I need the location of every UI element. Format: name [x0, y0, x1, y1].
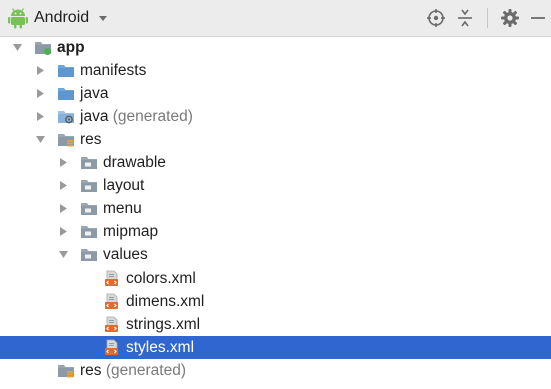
collapse-arrow-icon[interactable] — [58, 157, 69, 168]
node-label: dimens.xml — [126, 293, 205, 310]
node-label: manifests — [80, 62, 147, 79]
generated-folder-icon — [57, 108, 75, 125]
android-module-icon — [34, 39, 52, 56]
collapse-arrow-icon[interactable] — [58, 203, 69, 214]
xml-file-icon — [103, 270, 121, 287]
project-view-label: Android — [34, 9, 90, 26]
project-tool-window: Android app manifests java java (generat… — [0, 0, 551, 389]
tree-node-menu[interactable]: menu — [0, 197, 551, 220]
tree-node-drawable[interactable]: drawable — [0, 151, 551, 174]
gear-icon[interactable] — [500, 8, 520, 28]
source-folder-icon — [57, 85, 75, 102]
folder-icon — [80, 200, 98, 217]
node-label: drawable — [103, 154, 166, 171]
folder-icon — [57, 62, 75, 79]
folder-icon — [80, 223, 98, 240]
expand-arrow-icon[interactable] — [35, 134, 46, 145]
xml-file-icon — [103, 293, 121, 310]
tree-node-java[interactable]: java — [0, 82, 551, 105]
collapse-arrow-icon[interactable] — [35, 88, 46, 99]
generated-suffix: (generated) — [108, 108, 193, 125]
xml-file-icon — [103, 339, 121, 356]
tree-node-java-generated[interactable]: java (generated) — [0, 105, 551, 128]
expand-arrow-icon[interactable] — [58, 249, 69, 260]
generated-suffix: (generated) — [101, 362, 186, 379]
node-label: values — [103, 246, 148, 263]
tree-node-manifests[interactable]: manifests — [0, 59, 551, 82]
project-view-selector[interactable]: Android — [8, 6, 109, 30]
folder-icon — [80, 246, 98, 263]
folder-icon — [80, 177, 98, 194]
tree-node-colors-xml[interactable]: colors.xml — [0, 267, 551, 290]
node-label: res — [80, 131, 102, 148]
locate-icon[interactable] — [426, 8, 446, 28]
tree-node-mipmap[interactable]: mipmap — [0, 220, 551, 243]
node-label: layout — [103, 177, 145, 194]
tree-node-dimens-xml[interactable]: dimens.xml — [0, 290, 551, 313]
tree-node-strings-xml[interactable]: strings.xml — [0, 313, 551, 336]
minimize-icon[interactable] — [528, 8, 548, 28]
xml-file-icon — [103, 316, 121, 333]
android-icon — [8, 8, 28, 29]
tree-node-res-generated[interactable]: res (generated) — [0, 359, 551, 382]
node-label: java — [80, 108, 109, 125]
tree-node-app[interactable]: app — [0, 36, 551, 59]
collapse-all-icon[interactable] — [455, 8, 475, 28]
toolbar-separator — [487, 8, 488, 28]
resource-folder-icon — [57, 131, 75, 148]
node-label: styles.xml — [126, 339, 195, 356]
resource-folder-icon — [57, 362, 75, 379]
project-toolbar: Android — [0, 0, 551, 37]
collapse-arrow-icon[interactable] — [58, 226, 69, 237]
node-label: app — [57, 39, 85, 56]
node-label: colors.xml — [126, 270, 196, 287]
tree-node-layout[interactable]: layout — [0, 174, 551, 197]
tree-node-styles-xml[interactable]: styles.xml — [0, 336, 551, 359]
node-label: strings.xml — [126, 316, 201, 333]
expand-arrow-icon[interactable] — [12, 42, 23, 53]
node-label: menu — [103, 200, 142, 217]
chevron-down-icon — [99, 16, 108, 21]
node-label: mipmap — [103, 223, 159, 240]
collapse-arrow-icon[interactable] — [58, 180, 69, 191]
tree-node-res[interactable]: res — [0, 128, 551, 151]
collapse-arrow-icon[interactable] — [35, 111, 46, 122]
tree-node-values[interactable]: values — [0, 243, 551, 266]
collapse-arrow-icon[interactable] — [35, 65, 46, 76]
folder-icon — [80, 154, 98, 171]
node-label: res — [80, 362, 102, 379]
node-label: java — [80, 85, 109, 102]
